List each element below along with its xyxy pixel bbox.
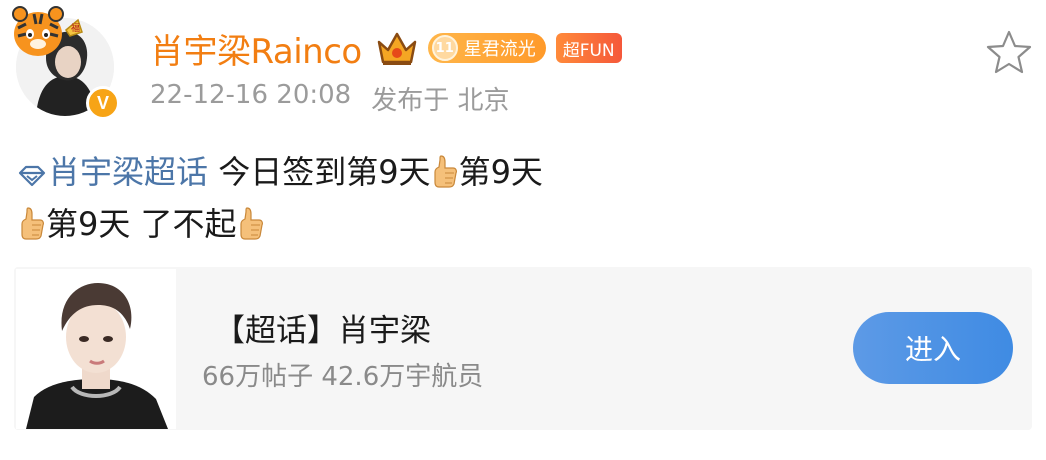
thumbs-up-icon (238, 203, 264, 240)
avatar-wrap[interactable]: 福 V (8, 2, 120, 120)
super-topic-card[interactable]: 【超话】肖宇梁 66万帖子 42.6万宇航员 进入 (14, 267, 1032, 430)
weibo-post: 福 V 肖宇梁Rainco 11 星君流光 超FUN 22-12-16 20:0… (0, 0, 1046, 460)
post-timestamp: 22-12-16 20:08 (150, 80, 352, 110)
username[interactable]: 肖宇梁Rainco (150, 24, 362, 73)
level-number: 11 (431, 35, 458, 61)
post-text-tail: 第9天 (458, 153, 543, 191)
post-line-2: 第9天 了不起 (18, 198, 1018, 250)
name-row: 肖宇梁Rainco 11 星君流光 超FUN (150, 24, 622, 73)
post-text-checkin: 今日签到第9天 (218, 153, 431, 191)
svg-text:福: 福 (71, 22, 80, 34)
diamond-icon (18, 165, 46, 187)
crown-badge-icon[interactable] (374, 28, 420, 68)
level-label: 星君流光 (463, 39, 536, 60)
verified-badge: V (86, 86, 120, 120)
super-topic-label: 肖宇梁超话 (48, 153, 209, 191)
super-topic-link[interactable]: 肖宇梁超话 (18, 153, 208, 191)
post-line-1: 肖宇梁超话 今日签到第9天 第9天 (18, 146, 1018, 198)
member-level-badge[interactable]: 11 星君流光 (427, 33, 546, 63)
enter-button[interactable]: 进入 (853, 312, 1013, 384)
super-topic-stats: 66万帖子 42.6万宇航员 (202, 362, 484, 392)
super-topic-title: 【超话】肖宇梁 (214, 313, 431, 349)
cover-photo (16, 269, 176, 429)
post-location: 发布于 北京 (371, 86, 510, 116)
thumbs-up-icon (19, 203, 45, 240)
fun-badge[interactable]: 超FUN (555, 33, 622, 63)
super-topic-cover (16, 269, 176, 429)
post-text-line2: 第9天 了不起 (46, 205, 237, 243)
post-content: 肖宇梁超话 今日签到第9天 第9天 第9天 了不起 (18, 146, 1018, 250)
post-meta: 22-12-16 20:08 发布于 北京 (150, 80, 509, 117)
thumbs-up-icon (432, 151, 458, 188)
star-outline-icon[interactable] (984, 28, 1034, 76)
tiger-sticker-icon: 福 (12, 6, 83, 56)
